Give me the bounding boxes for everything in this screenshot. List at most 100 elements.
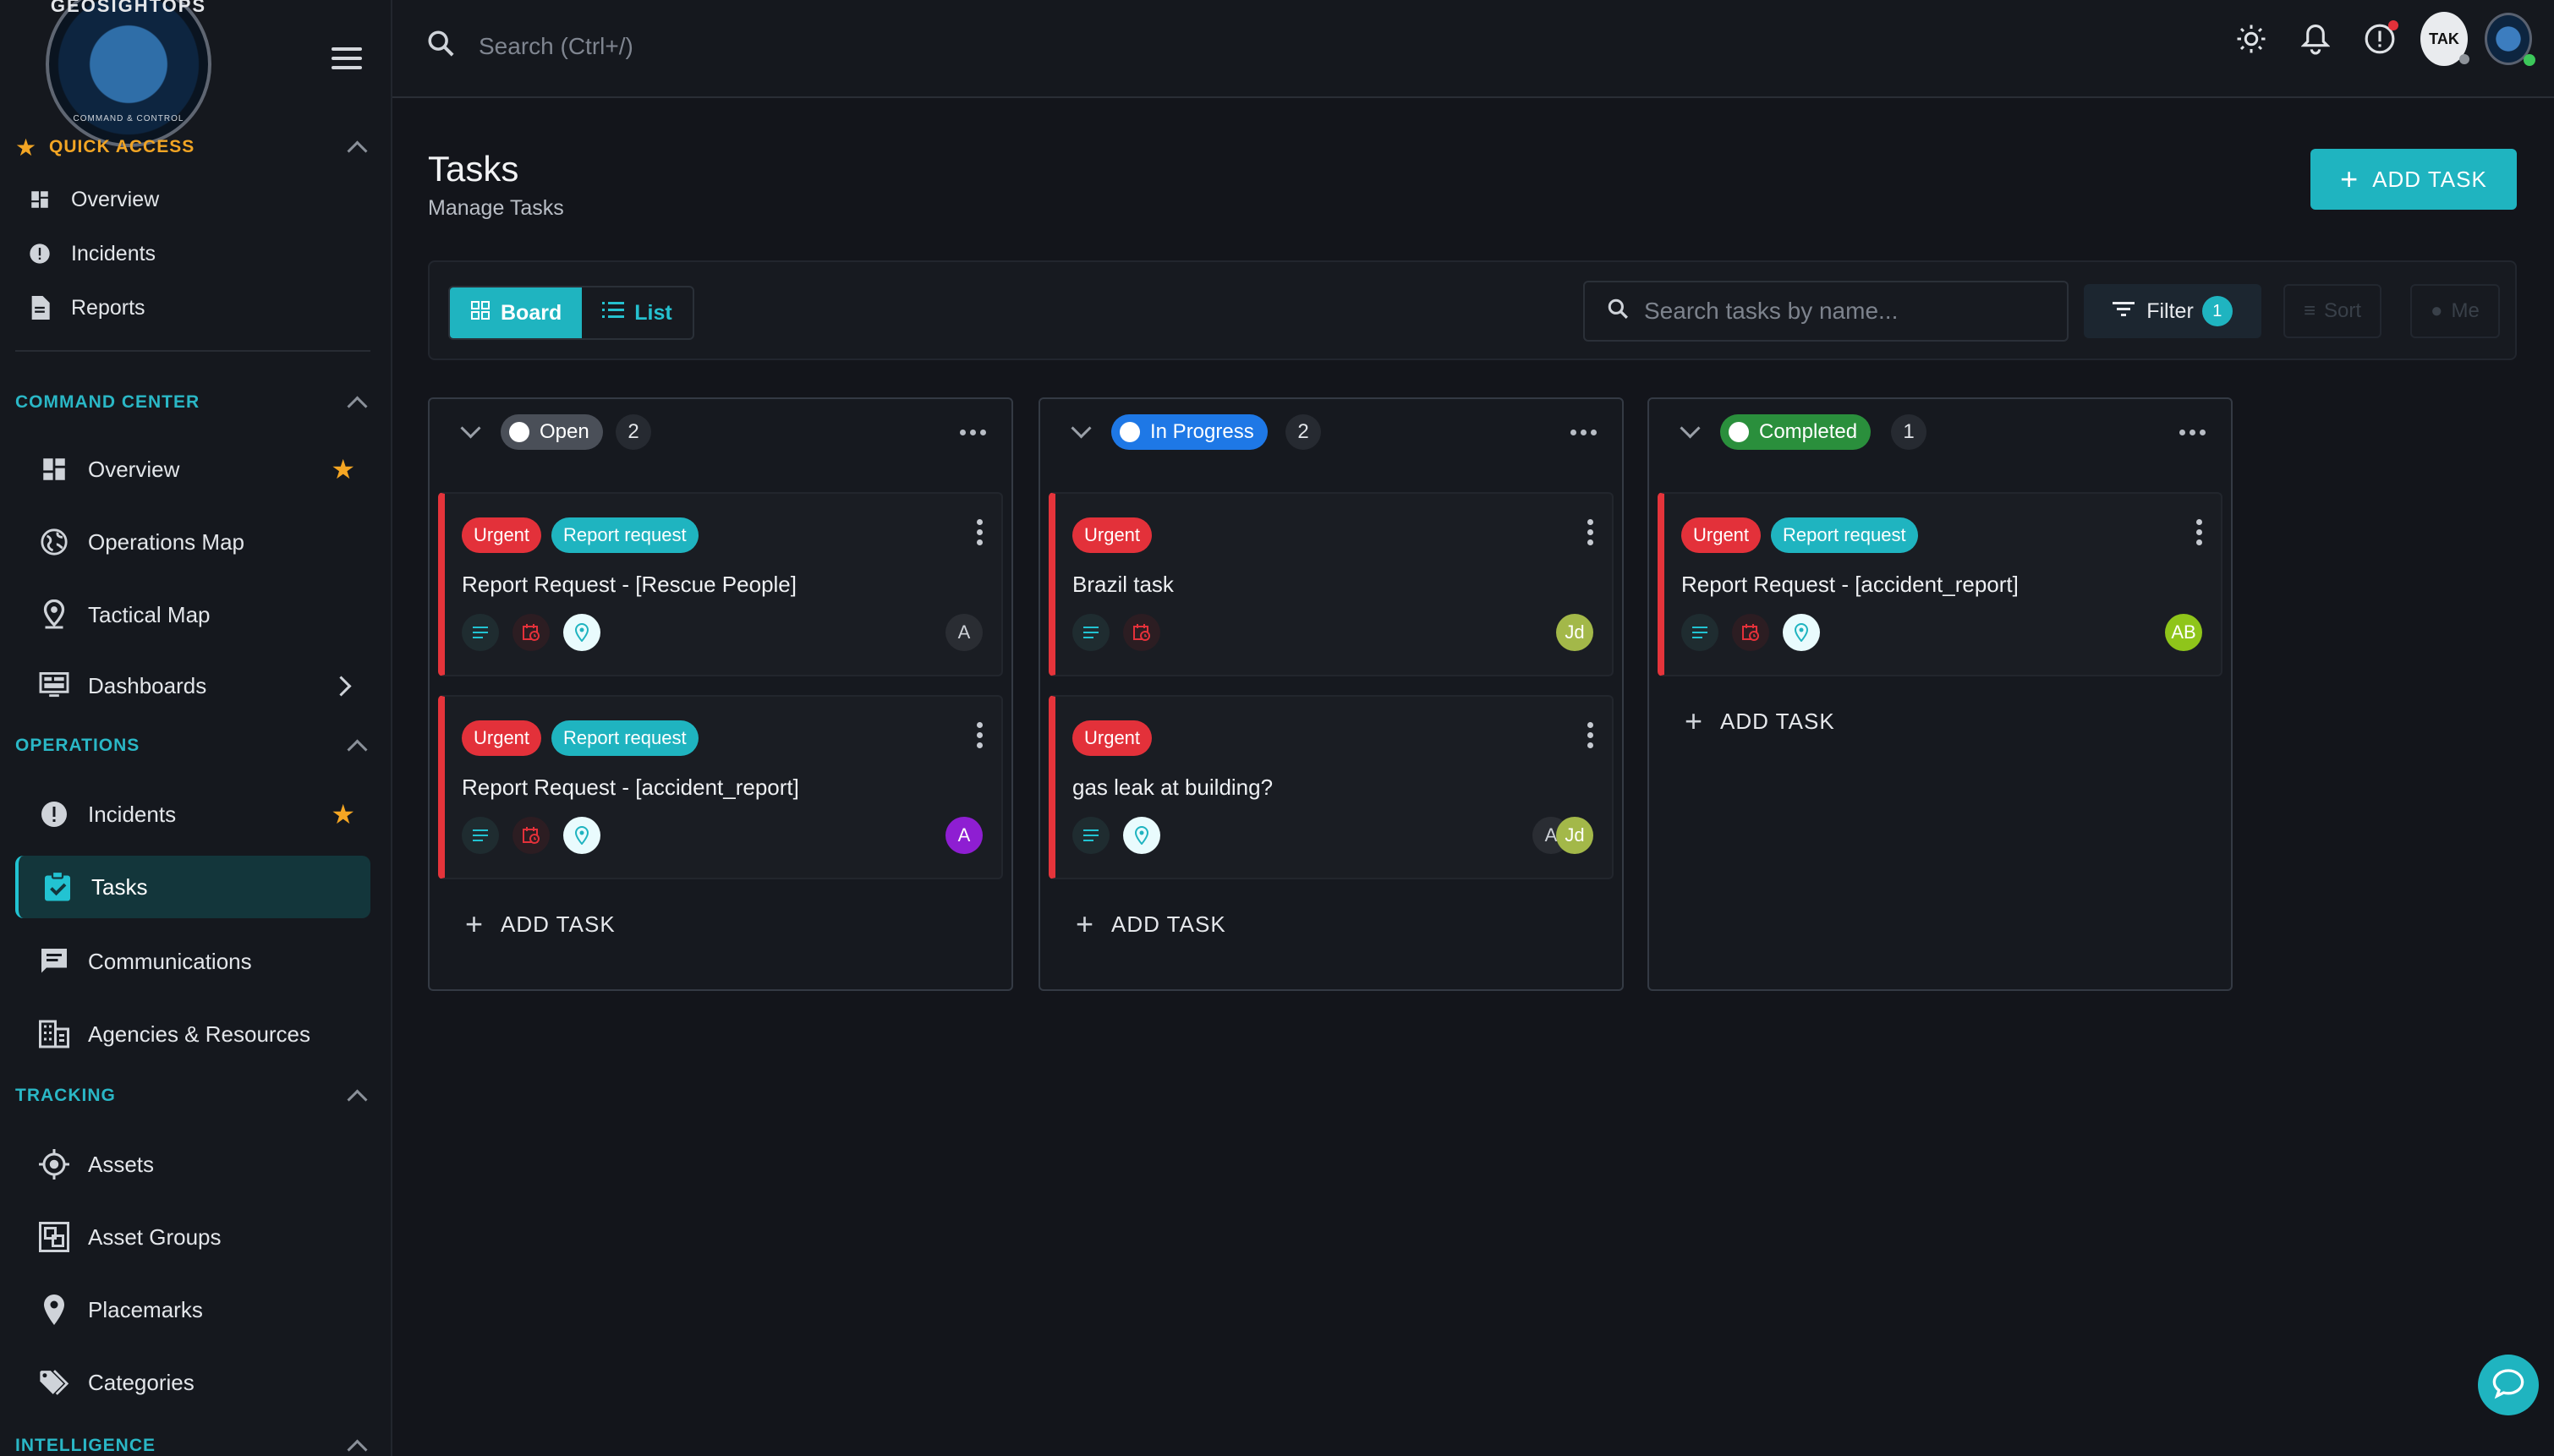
sidebar-item-agencies[interactable]: Agencies & Resources: [15, 1003, 370, 1065]
sidebar-item-overview[interactable]: Overview ★: [15, 438, 370, 501]
tak-status[interactable]: TAK: [2420, 12, 2469, 66]
card-more-icon[interactable]: [977, 519, 983, 545]
sidebar-item-label: Dashboards: [88, 672, 207, 698]
geosightops-logo[interactable]: GEOSIGHTOPS COMMAND & CONTROL: [46, 0, 211, 147]
view-toggle: Board List: [448, 286, 694, 340]
section-command-center[interactable]: COMMAND CENTER: [15, 392, 200, 413]
chat-button[interactable]: [2478, 1355, 2539, 1415]
due-date-icon: [1123, 614, 1160, 651]
view-board-button[interactable]: Board: [450, 287, 583, 338]
section-intelligence[interactable]: INTELLIGENCE: [15, 1436, 156, 1456]
section-quick-access[interactable]: QUICK ACCESS: [49, 137, 195, 157]
collapse-column-icon[interactable]: [460, 418, 481, 439]
sidebar-item-categories[interactable]: Categories: [15, 1351, 370, 1414]
sidebar-item-label: Tactical Map: [88, 601, 211, 627]
collapse-column-icon[interactable]: [1680, 418, 1701, 439]
column-add-task-button[interactable]: + ADD TASK: [1076, 906, 1226, 942]
collapse-command-center-icon[interactable]: [347, 396, 368, 417]
task-card[interactable]: Urgent Report request Report Request - [a…: [438, 695, 1003, 879]
task-meta-icons: [1681, 614, 1820, 651]
view-list-button[interactable]: List: [582, 287, 692, 338]
assignee-avatar[interactable]: Jd: [1556, 614, 1593, 651]
quick-item-incidents[interactable]: Incidents: [15, 230, 370, 277]
task-tag: Report request: [551, 517, 699, 553]
person-icon: ●: [2431, 299, 2443, 322]
assignee-avatar[interactable]: A: [945, 614, 983, 651]
section-tracking[interactable]: TRACKING: [15, 1086, 116, 1106]
task-card[interactable]: Urgent Report request Report Request - [a…: [1658, 492, 2222, 676]
assignee-avatar[interactable]: AB: [2165, 614, 2202, 651]
due-date-icon: [512, 817, 550, 854]
filter-count-badge: 1: [2201, 296, 2233, 326]
page-title: Tasks: [428, 149, 519, 189]
add-task-button[interactable]: + ADD TASK: [2310, 149, 2517, 210]
quick-item-reports[interactable]: Reports: [15, 284, 370, 331]
favorite-star-icon[interactable]: ★: [331, 798, 355, 830]
collapse-intelligence-icon[interactable]: [347, 1439, 368, 1456]
card-more-icon[interactable]: [2196, 519, 2202, 545]
sidebar-item-incidents[interactable]: Incidents ★: [15, 783, 370, 846]
sidebar-item-tasks[interactable]: Tasks: [15, 856, 370, 918]
sidebar-item-assets[interactable]: Assets: [15, 1133, 370, 1196]
column-add-task-button[interactable]: + ADD TASK: [1685, 703, 1835, 739]
task-meta-icons: [462, 817, 600, 854]
sidebar-item-asset-groups[interactable]: Asset Groups: [15, 1206, 370, 1268]
sidebar-item-placemarks[interactable]: Placemarks: [15, 1278, 370, 1341]
sidebar-item-label: Agencies & Resources: [88, 1021, 311, 1047]
task-card[interactable]: Urgent Report request Report Request - [R…: [438, 492, 1003, 676]
task-search-input[interactable]: Search tasks by name...: [1583, 281, 2069, 342]
user-avatar[interactable]: [2485, 13, 2535, 66]
column-completed: Completed 1 Urgent Report request Report …: [1647, 397, 2233, 991]
me-filter-button[interactable]: ● Me: [2410, 284, 2500, 338]
location-icon: [563, 614, 600, 651]
filter-button[interactable]: Filter 1: [2084, 284, 2261, 338]
column-more-icon[interactable]: [2179, 430, 2206, 435]
menu-toggle-icon[interactable]: [332, 47, 362, 69]
sort-button[interactable]: ≡ Sort: [2283, 284, 2382, 338]
assignee-avatar[interactable]: A: [945, 817, 983, 854]
quick-item-overview[interactable]: Overview: [15, 176, 370, 223]
global-search[interactable]: Search (Ctrl+/): [426, 29, 633, 63]
sidebar-item-dashboards[interactable]: Dashboards: [15, 654, 370, 717]
card-more-icon[interactable]: [1587, 722, 1593, 748]
task-card[interactable]: Urgent Brazil task Jd: [1049, 492, 1614, 676]
column-more-icon[interactable]: [1570, 430, 1597, 435]
sidebar-item-tactical-map[interactable]: Tactical Map: [15, 583, 370, 646]
sidebar-item-communications[interactable]: Communications: [15, 930, 370, 993]
collapse-column-icon[interactable]: [1071, 418, 1092, 439]
column-count: 1: [1891, 414, 1926, 450]
description-icon: [1681, 614, 1718, 651]
logo-subtext: COMMAND & CONTROL: [73, 114, 184, 123]
task-tag: Urgent: [462, 720, 542, 756]
column-header: In Progress 2: [1040, 399, 1622, 465]
sort-icon: ≡: [2304, 299, 2316, 322]
task-meta-icons: [1072, 817, 1160, 854]
notifications-bell-icon[interactable]: [2292, 15, 2339, 63]
sort-label: Sort: [2324, 299, 2362, 322]
status-label: Open: [540, 420, 589, 443]
collapse-tracking-icon[interactable]: [347, 1089, 368, 1110]
section-operations[interactable]: OPERATIONS: [15, 736, 140, 756]
card-more-icon[interactable]: [1587, 519, 1593, 545]
location-icon: [1783, 614, 1820, 651]
status-chip: In Progress: [1111, 414, 1268, 450]
globe-icon: [39, 527, 69, 557]
task-tag: Urgent: [1681, 517, 1762, 553]
task-card[interactable]: Urgent gas leak at building? A Jd: [1049, 695, 1614, 879]
favorite-star-icon[interactable]: ★: [331, 453, 355, 485]
card-more-icon[interactable]: [977, 722, 983, 748]
alerts-icon[interactable]: [2356, 15, 2403, 63]
collapse-operations-icon[interactable]: [347, 739, 368, 760]
page-subtitle: Manage Tasks: [428, 196, 564, 220]
sidebar-item-label: Operations Map: [88, 528, 244, 555]
status-label: Completed: [1759, 420, 1858, 443]
column-in-progress: In Progress 2 Urgent Brazil task Jd Urge…: [1039, 397, 1624, 991]
column-add-task-button[interactable]: + ADD TASK: [465, 906, 616, 942]
task-meta-icons: [1072, 614, 1160, 651]
theme-toggle-icon[interactable]: [2228, 15, 2275, 63]
sidebar-item-operations-map[interactable]: Operations Map: [15, 511, 370, 573]
column-more-icon[interactable]: [960, 430, 986, 435]
logo-text: GEOSIGHTOPS: [50, 0, 207, 16]
assignee-avatar[interactable]: Jd: [1556, 817, 1593, 854]
collapse-quick-access-icon[interactable]: [347, 140, 368, 161]
